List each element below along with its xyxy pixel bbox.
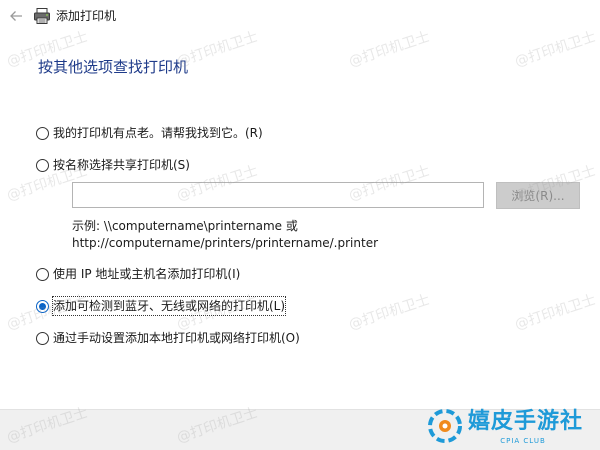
example-text: 示例: \\computername\printername 或 http://…: [72, 218, 378, 252]
option-ip-address[interactable]: 使用 IP 地址或主机名添加打印机(I): [36, 265, 240, 283]
example-line-1: 示例: \\computername\printername 或: [72, 219, 298, 233]
watermark: @打印机卫士: [346, 28, 432, 71]
radio-shared-printer[interactable]: [36, 158, 49, 172]
watermark: @打印机卫士: [512, 291, 598, 334]
option-manual-setup[interactable]: 通过手动设置添加本地打印机或网络打印机(O): [36, 329, 300, 347]
title-bar: 添加打印机: [0, 0, 600, 32]
printer-icon: [34, 8, 50, 24]
option-label: 添加可检测到蓝牙、无线或网络的打印机(L): [51, 296, 287, 316]
option-label: 通过手动设置添加本地打印机或网络打印机(O): [53, 331, 300, 345]
example-line-2: http://computername/printers/printername…: [72, 236, 379, 250]
option-bluetooth-wireless[interactable]: 添加可检测到蓝牙、无线或网络的打印机(L): [36, 296, 287, 316]
brand-subtitle: CPIA CLUB: [500, 437, 546, 445]
brand-name: 嬉皮手游社: [468, 409, 584, 434]
option-shared-printer[interactable]: 按名称选择共享打印机(S): [36, 156, 190, 174]
option-label: 按名称选择共享打印机(S): [53, 158, 190, 172]
brand-emblem-icon: [428, 409, 462, 443]
browse-button[interactable]: 浏览(R)...: [496, 182, 580, 209]
back-button[interactable]: [6, 6, 26, 26]
add-printer-dialog: 添加打印机 按其他选项查找打印机 我的打印机有点老。请帮我找到它。(R) 按名称…: [0, 0, 600, 450]
brand-logo: 嬉皮手游社 CPIA CLUB: [408, 401, 598, 449]
option-label: 使用 IP 地址或主机名添加打印机(I): [53, 267, 241, 281]
radio-manual-setup[interactable]: [36, 331, 49, 345]
printer-name-input[interactable]: [72, 182, 484, 208]
watermark: @打印机卫士: [346, 291, 432, 334]
option-label: 我的打印机有点老。请帮我找到它。(R): [53, 126, 263, 140]
window-title: 添加打印机: [56, 9, 117, 23]
radio-ip-address[interactable]: [36, 267, 49, 281]
back-arrow-icon: [10, 11, 22, 21]
radio-bluetooth-wireless[interactable]: [36, 299, 49, 313]
page-heading: 按其他选项查找打印机: [38, 58, 189, 76]
option-printer-old[interactable]: 我的打印机有点老。请帮我找到它。(R): [36, 124, 263, 142]
watermark: @打印机卫士: [512, 28, 598, 71]
radio-printer-old[interactable]: [36, 126, 49, 140]
